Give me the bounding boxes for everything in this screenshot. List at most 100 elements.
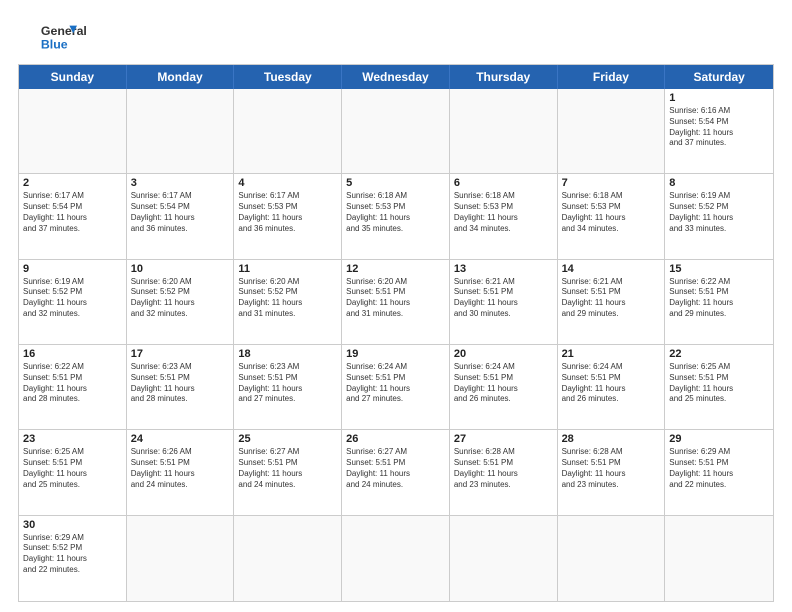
cell-day-number: 27 [454,433,553,445]
calendar-cell [450,89,558,174]
cell-day-number: 25 [238,433,337,445]
cell-day-number: 20 [454,348,553,360]
cell-day-number: 6 [454,177,553,189]
cell-day-number: 9 [23,263,122,275]
cell-info: Sunrise: 6:17 AM Sunset: 5:54 PM Dayligh… [23,191,122,234]
cell-info: Sunrise: 6:17 AM Sunset: 5:54 PM Dayligh… [131,191,230,234]
calendar-cell [127,89,235,174]
cell-info: Sunrise: 6:17 AM Sunset: 5:53 PM Dayligh… [238,191,337,234]
calendar-cell [342,516,450,601]
calendar-cell: 27Sunrise: 6:28 AM Sunset: 5:51 PM Dayli… [450,430,558,515]
calendar-cell: 29 Sunrise: 6:29 AM Sunset: 5:51 PM Dayli… [665,430,773,515]
cell-info: Sunrise: 6:18 AM Sunset: 5:53 PM Dayligh… [562,191,661,234]
calendar-cell: 2 Sunrise: 6:17 AM Sunset: 5:54 PM Daylig… [19,174,127,259]
cell-day-number: 12 [346,263,445,275]
cell-info: Sunrise: 6:18 AM Sunset: 5:53 PM Dayligh… [346,191,445,234]
header: General Blue [18,18,774,56]
cell-info: Sunrise: 6:29 AM Sunset: 5:51 PM Dayligh… [669,447,769,490]
cell-info: Sunrise: 6:22 AM Sunset: 5:51 PM Dayligh… [23,362,122,405]
calendar-cell: 26 Sunrise: 6:27 AM Sunset: 5:51 PM Dayli… [342,430,450,515]
calendar-cell: 3Sunrise: 6:17 AM Sunset: 5:54 PM Daylig… [127,174,235,259]
cell-day-number: 1 [669,92,769,104]
cell-info: Sunrise: 6:19 AM Sunset: 5:52 PM Dayligh… [23,277,122,320]
calendar-cell: 1 Sunrise: 6:16 AM Sunset: 5:54 PM Daylig… [665,89,773,174]
cell-info: Sunrise: 6:16 AM Sunset: 5:54 PM Dayligh… [669,106,769,149]
cell-day-number: 29 [669,433,769,445]
calendar-cell [342,89,450,174]
cell-info: Sunrise: 6:27 AM Sunset: 5:51 PM Dayligh… [346,447,445,490]
calendar-cell: 19Sunrise: 6:24 AM Sunset: 5:51 PM Dayli… [342,345,450,430]
svg-text:Blue: Blue [41,37,68,51]
cell-day-number: 16 [23,348,122,360]
cell-day-number: 14 [562,263,661,275]
calendar-cell: 11 Sunrise: 6:20 AM Sunset: 5:52 PM Dayli… [234,260,342,345]
cell-day-number: 23 [23,433,122,445]
cell-info: Sunrise: 6:20 AM Sunset: 5:52 PM Dayligh… [131,277,230,320]
cell-day-number: 21 [562,348,661,360]
calendar-cell: 21 Sunrise: 6:24 AM Sunset: 5:51 PM Dayli… [558,345,666,430]
cell-info: Sunrise: 6:22 AM Sunset: 5:51 PM Dayligh… [669,277,769,320]
day-header-monday: Monday [127,65,235,89]
cell-info: Sunrise: 6:21 AM Sunset: 5:51 PM Dayligh… [454,277,553,320]
cell-info: Sunrise: 6:25 AM Sunset: 5:51 PM Dayligh… [669,362,769,405]
day-header-wednesday: Wednesday [342,65,450,89]
svg-text:General: General [41,24,87,38]
calendar-cell: 20 Sunrise: 6:24 AM Sunset: 5:51 PM Dayli… [450,345,558,430]
calendar-cell: 5 Sunrise: 6:18 AM Sunset: 5:53 PM Daylig… [342,174,450,259]
day-header-friday: Friday [558,65,666,89]
calendar-cell [665,516,773,601]
cell-day-number: 15 [669,263,769,275]
cell-info: Sunrise: 6:23 AM Sunset: 5:51 PM Dayligh… [131,362,230,405]
calendar-cell [558,89,666,174]
cell-day-number: 4 [238,177,337,189]
calendar-cell: 18 Sunrise: 6:23 AM Sunset: 5:51 PM Dayli… [234,345,342,430]
cell-info: Sunrise: 6:20 AM Sunset: 5:52 PM Dayligh… [238,277,337,320]
cell-day-number: 11 [238,263,337,275]
cell-day-number: 10 [131,263,230,275]
calendar-cell: 15 Sunrise: 6:22 AM Sunset: 5:51 PM Dayli… [665,260,773,345]
day-header-thursday: Thursday [450,65,558,89]
calendar-cell [234,89,342,174]
cell-info: Sunrise: 6:28 AM Sunset: 5:51 PM Dayligh… [562,447,661,490]
cell-info: Sunrise: 6:19 AM Sunset: 5:52 PM Dayligh… [669,191,769,234]
cell-info: Sunrise: 6:23 AM Sunset: 5:51 PM Dayligh… [238,362,337,405]
cell-day-number: 28 [562,433,661,445]
calendar-cell: 12Sunrise: 6:20 AM Sunset: 5:51 PM Dayli… [342,260,450,345]
generalblue-logo-icon: General Blue [18,18,98,56]
calendar-cell [558,516,666,601]
calendar-cell: 28 Sunrise: 6:28 AM Sunset: 5:51 PM Dayli… [558,430,666,515]
cell-info: Sunrise: 6:25 AM Sunset: 5:51 PM Dayligh… [23,447,122,490]
calendar-cell [234,516,342,601]
cell-info: Sunrise: 6:29 AM Sunset: 5:52 PM Dayligh… [23,533,122,576]
calendar-cell [19,89,127,174]
cell-info: Sunrise: 6:26 AM Sunset: 5:51 PM Dayligh… [131,447,230,490]
cell-day-number: 17 [131,348,230,360]
cell-info: Sunrise: 6:24 AM Sunset: 5:51 PM Dayligh… [454,362,553,405]
calendar-cell: 24 Sunrise: 6:26 AM Sunset: 5:51 PM Dayli… [127,430,235,515]
cell-day-number: 2 [23,177,122,189]
calendar-cell: 30Sunrise: 6:29 AM Sunset: 5:52 PM Dayli… [19,516,127,601]
cell-day-number: 22 [669,348,769,360]
calendar-cell: 16 Sunrise: 6:22 AM Sunset: 5:51 PM Dayli… [19,345,127,430]
cell-day-number: 5 [346,177,445,189]
calendar-cell: 6Sunrise: 6:18 AM Sunset: 5:53 PM Daylig… [450,174,558,259]
calendar-cell: 9 Sunrise: 6:19 AM Sunset: 5:52 PM Daylig… [19,260,127,345]
cell-day-number: 24 [131,433,230,445]
calendar-cell: 10 Sunrise: 6:20 AM Sunset: 5:52 PM Dayli… [127,260,235,345]
day-header-tuesday: Tuesday [234,65,342,89]
cell-day-number: 19 [346,348,445,360]
cell-day-number: 26 [346,433,445,445]
page: General Blue SundayMondayTuesdayWednesda… [0,0,792,612]
cell-info: Sunrise: 6:24 AM Sunset: 5:51 PM Dayligh… [562,362,661,405]
calendar: SundayMondayTuesdayWednesdayThursdayFrid… [18,64,774,602]
cell-info: Sunrise: 6:21 AM Sunset: 5:51 PM Dayligh… [562,277,661,320]
calendar-cell: 14 Sunrise: 6:21 AM Sunset: 5:51 PM Dayli… [558,260,666,345]
cell-info: Sunrise: 6:27 AM Sunset: 5:51 PM Dayligh… [238,447,337,490]
calendar-cell: 8 Sunrise: 6:19 AM Sunset: 5:52 PM Daylig… [665,174,773,259]
cell-day-number: 7 [562,177,661,189]
logo: General Blue [18,18,98,56]
cell-day-number: 8 [669,177,769,189]
calendar-cell: 17 Sunrise: 6:23 AM Sunset: 5:51 PM Dayli… [127,345,235,430]
cell-day-number: 18 [238,348,337,360]
day-headers: SundayMondayTuesdayWednesdayThursdayFrid… [19,65,773,89]
